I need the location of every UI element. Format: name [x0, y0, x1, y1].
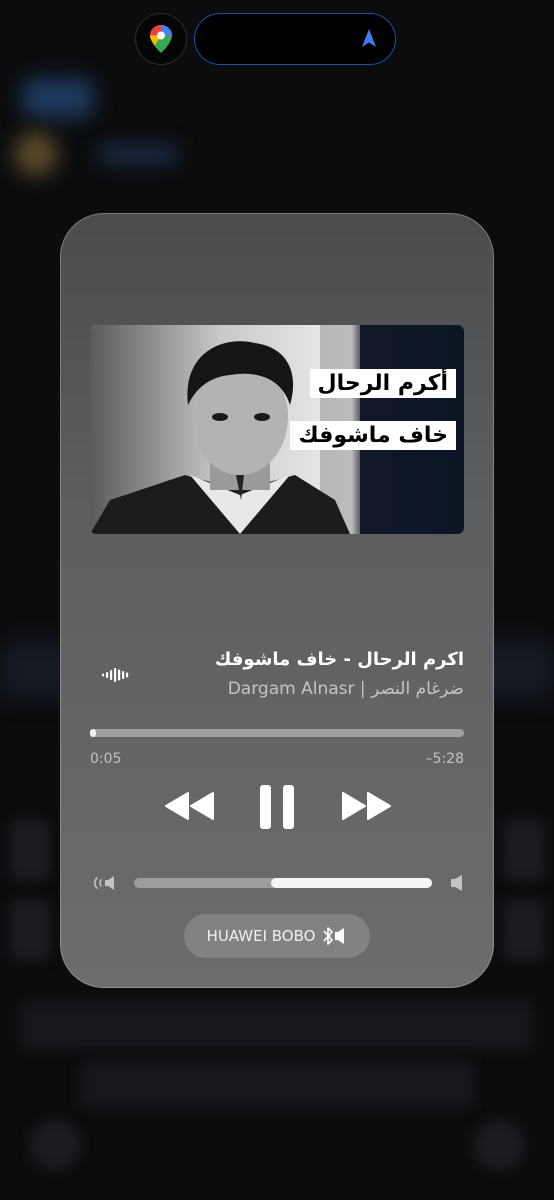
track-title[interactable]: اكرم الرحال - خاف ماشوفك — [215, 649, 464, 670]
background-key — [504, 900, 544, 960]
audio-output-button[interactable]: HUAWEI BOBO — [184, 914, 370, 958]
pause-icon — [260, 785, 294, 829]
now-playing-card: أكرم الرحال خاف ماشوفك اكرم الرحال - خاف… — [60, 213, 494, 988]
volume-level-fill — [271, 878, 432, 888]
playback-scrubber[interactable] — [90, 729, 464, 737]
background-blur — [98, 146, 178, 162]
playback-progress-fill — [90, 729, 96, 737]
background-key — [474, 1120, 524, 1170]
output-device-name: HUAWEI BOBO — [206, 927, 316, 945]
speaker-high-icon — [451, 875, 462, 891]
navigation-arrow-icon — [362, 29, 376, 47]
background-blur — [14, 132, 58, 176]
rewind-button[interactable] — [164, 791, 216, 821]
rewind-icon — [165, 792, 214, 820]
album-artwork[interactable]: أكرم الرحال خاف ماشوفك — [90, 325, 464, 534]
speaker-low-icon — [93, 876, 114, 890]
island-maps-app[interactable] — [135, 13, 187, 65]
artwork-artist-label: أكرم الرحال — [309, 369, 456, 398]
volume-slider[interactable] — [134, 878, 432, 888]
remaining-time: –5:28 — [425, 751, 464, 767]
fast-forward-button[interactable] — [340, 791, 392, 821]
pause-button[interactable] — [258, 783, 296, 831]
background-blur — [22, 78, 94, 118]
island-navigation-pill[interactable] — [194, 13, 396, 65]
elapsed-time: 0:05 — [90, 751, 122, 767]
track-artist[interactable]: ضرغام النصر | Dargam Alnasr — [228, 679, 464, 699]
background-key — [504, 820, 544, 880]
fast-forward-icon — [342, 792, 391, 820]
bluetooth-speaker-icon — [323, 927, 345, 945]
background-key — [80, 1060, 474, 1110]
background-key — [20, 1000, 534, 1050]
artwork-title-label: خاف ماشوفك — [290, 421, 456, 450]
waveform-icon[interactable] — [102, 667, 132, 683]
background-key — [10, 820, 50, 880]
background-key — [10, 900, 50, 960]
background-key — [30, 1120, 80, 1170]
google-maps-pin-icon — [150, 25, 172, 53]
